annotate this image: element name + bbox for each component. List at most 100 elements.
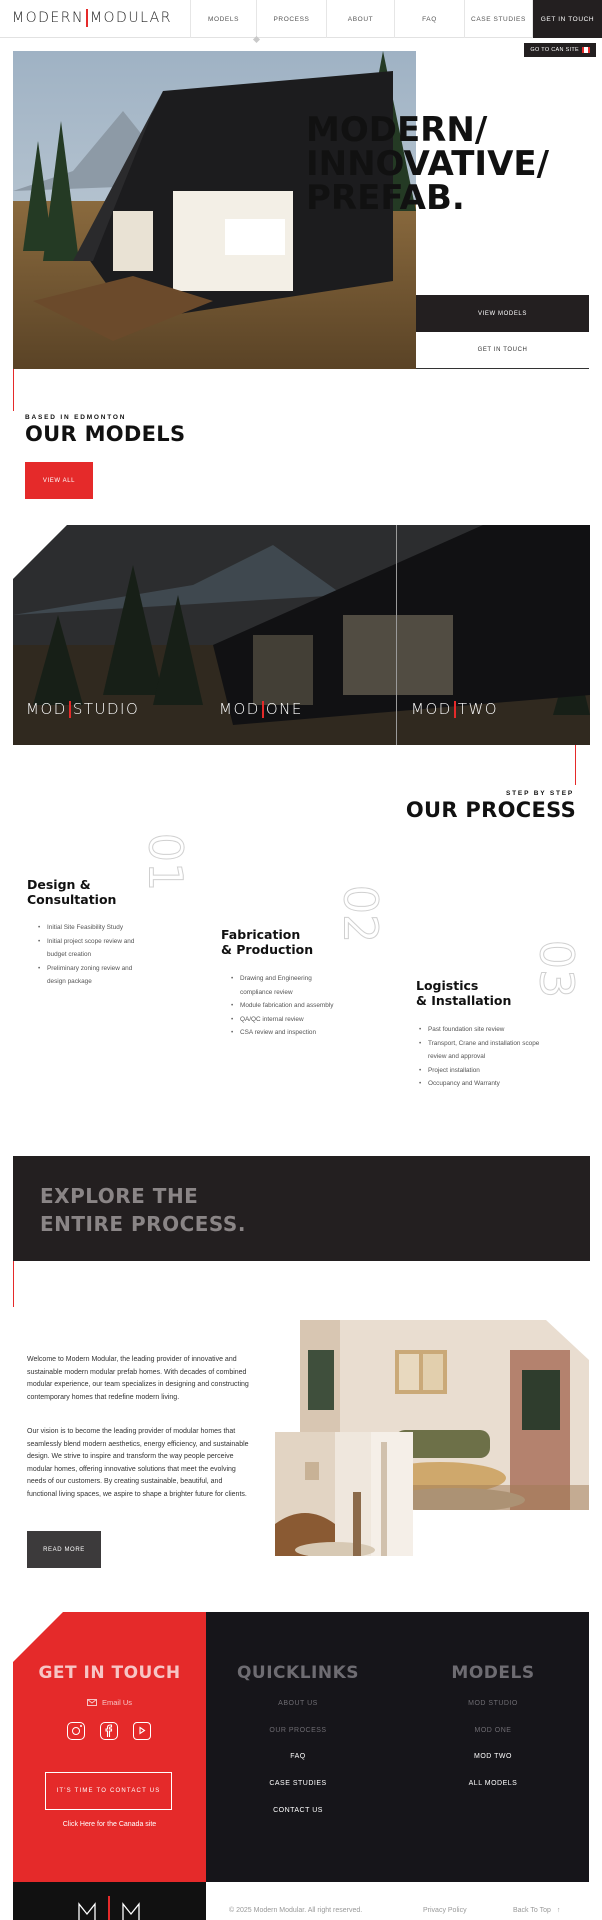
models-eyebrow: BASED IN EDMONTON [25, 414, 127, 421]
step-3-item: Transport, Crane and installation scope … [419, 1037, 543, 1064]
step-2-list: Drawing and Engineering compliance revie… [231, 972, 343, 1040]
back-to-top-label: Back To Top [513, 1907, 551, 1914]
model-studio-suffix: STUDIO [72, 700, 140, 718]
model-mod-one[interactable]: MOD ONE [219, 700, 303, 718]
step-number-01: 01 [138, 832, 193, 892]
step-3-title-line-2: & Installation [416, 993, 512, 1008]
step-3-item: Project installation [419, 1064, 543, 1078]
footer-link-mod-two[interactable]: MOD TWO [428, 1753, 558, 1760]
about-paragraph-2: Our vision is to become the leading prov… [27, 1428, 249, 1498]
footer-link-process[interactable]: OUR PROCESS [233, 1727, 363, 1734]
footer-links-panel [206, 1612, 589, 1882]
footer-link-about[interactable]: ABOUT US [233, 1700, 363, 1707]
step-3-title: Logistics & Installation [416, 978, 511, 1008]
model-divider [453, 700, 456, 718]
explore-process-banner[interactable]: EXPLORE THE ENTIRE PROCESS. [13, 1156, 590, 1261]
nav-process[interactable]: PROCESS [256, 0, 326, 38]
logo-word-left: MODERN [12, 10, 84, 26]
step-1-title-line-1: Design & [27, 877, 91, 892]
footer-touch-title: GET IN TOUCH [38, 1663, 181, 1683]
step-1-item: Initial project scope review and budget … [38, 935, 148, 962]
footer-email-link[interactable]: Email Us [13, 1698, 206, 1707]
logo-word-right: MODULAR [89, 10, 172, 26]
step-2-title: Fabrication & Production [221, 927, 313, 957]
step-2-title-line-1: Fabrication [221, 927, 301, 942]
copyright-text: © 2025 Modern Modular. All right reserve… [229, 1907, 363, 1914]
nav-faq[interactable]: FAQ [394, 0, 464, 38]
hero-title: MODERN/ INNOVATIVE/ PREFAB. [306, 113, 596, 215]
canada-site-label: GO TO CAN SITE [530, 47, 579, 53]
model-divider [261, 700, 264, 718]
step-1-list: Initial Site Feasibility Study Initial p… [38, 921, 148, 989]
models-title: OUR MODELS [25, 422, 186, 446]
step-2-item: QA/QC internal review [231, 1013, 343, 1027]
process-eyebrow: STEP BY STEP [506, 790, 574, 797]
interior-image-small [275, 1432, 413, 1556]
explore-line-2: ENTIRE PROCESS. [40, 1212, 246, 1236]
step-3-list: Past foundation site review Transport, C… [419, 1023, 543, 1091]
canada-flag-icon [582, 47, 590, 53]
footer-link-mod-one[interactable]: MOD ONE [428, 1727, 558, 1734]
model-one-suffix: ONE [265, 700, 303, 718]
read-more-button[interactable]: READ MORE [27, 1531, 101, 1568]
step-2-title-line-2: & Production [221, 942, 314, 957]
nav-models[interactable]: MODELS [190, 0, 256, 38]
footer-logo[interactable] [13, 1882, 206, 1920]
privacy-policy-link[interactable]: Privacy Policy [423, 1907, 467, 1914]
step-3-item: Past foundation site review [419, 1023, 543, 1037]
hero-title-line-2: INNOVATIVE/ [306, 144, 550, 184]
step-1-title-line-2: Consultation [27, 892, 117, 907]
model-two-prefix: MOD [411, 700, 452, 718]
arrow-up-icon: ↑ [556, 1907, 561, 1914]
model-one-prefix: MOD [219, 700, 260, 718]
youtube-icon[interactable] [133, 1722, 151, 1740]
step-2-item: Module fabrication and assembly [231, 999, 343, 1013]
about-paragraph-1: Welcome to Modern Modular, the leading p… [27, 1356, 249, 1401]
step-1-item: Initial Site Feasibility Study [38, 921, 148, 935]
facebook-icon[interactable] [100, 1722, 118, 1740]
footer-quicklinks-title: QUICKLINKS [236, 1663, 360, 1683]
step-2-item: CSA review and inspection [231, 1026, 343, 1040]
step-3-title-line-1: Logistics [416, 978, 479, 993]
step-2-item: Drawing and Engineering compliance revie… [231, 972, 343, 999]
explore-line-1: EXPLORE THE [40, 1184, 199, 1208]
site-logo[interactable]: MODERN MODULAR [12, 9, 172, 27]
footer-link-contact[interactable]: CONTACT US [233, 1807, 363, 1814]
footer-contact-button[interactable]: IT'S TIME TO CONTACT US [45, 1772, 172, 1810]
canada-site-button[interactable]: GO TO CAN SITE [524, 43, 596, 57]
view-models-button[interactable]: VIEW MODELS [416, 295, 589, 332]
step-number-02: 02 [333, 884, 388, 944]
instagram-icon[interactable] [67, 1722, 85, 1740]
explore-accent-line [13, 1261, 14, 1307]
mail-icon [86, 1699, 97, 1706]
step-3-item: Occupancy and Warranty [419, 1077, 543, 1091]
step-number-03: 03 [529, 939, 584, 999]
hero-title-line-1: MODERN/ [306, 110, 488, 150]
footer-link-mod-studio[interactable]: MOD STUDIO [428, 1700, 558, 1707]
view-all-models-button[interactable]: VIEW ALL [25, 462, 93, 499]
footer-link-faq[interactable]: FAQ [233, 1753, 363, 1760]
back-to-top-link[interactable]: Back To Top ↑ [513, 1907, 560, 1914]
model-studio-prefix: MOD [26, 700, 67, 718]
model-divider [68, 700, 71, 718]
footer-contact-panel [13, 1612, 206, 1882]
nav-case-studies[interactable]: CASE STUDIES [464, 0, 532, 38]
footer-link-all-models[interactable]: ALL MODELS [428, 1780, 558, 1787]
models-accent-line [575, 745, 576, 785]
hero-title-line-3: PREFAB. [306, 178, 465, 218]
model-mod-two[interactable]: MOD TWO [411, 700, 498, 718]
canada-site-link[interactable]: Click Here for the Canada site [13, 1821, 206, 1828]
model-two-suffix: TWO [457, 700, 499, 718]
step-1-item: Preliminary zoning review and design pac… [38, 962, 148, 989]
models-divider [396, 525, 397, 745]
hero-get-in-touch-button[interactable]: GET IN TOUCH [416, 332, 589, 369]
logo-divider [85, 9, 88, 27]
footer-link-case-studies[interactable]: CASE STUDIES [233, 1780, 363, 1787]
footer-email-label: Email Us [101, 1698, 132, 1707]
step-1-title: Design & Consultation [27, 877, 116, 907]
hero-accent-line [13, 369, 14, 411]
model-mod-studio[interactable]: MOD STUDIO [26, 700, 139, 718]
process-title: OUR PROCESS [405, 798, 576, 822]
nav-about[interactable]: ABOUT [326, 0, 394, 38]
nav-get-in-touch-button[interactable]: GET IN TOUCH [532, 0, 602, 38]
